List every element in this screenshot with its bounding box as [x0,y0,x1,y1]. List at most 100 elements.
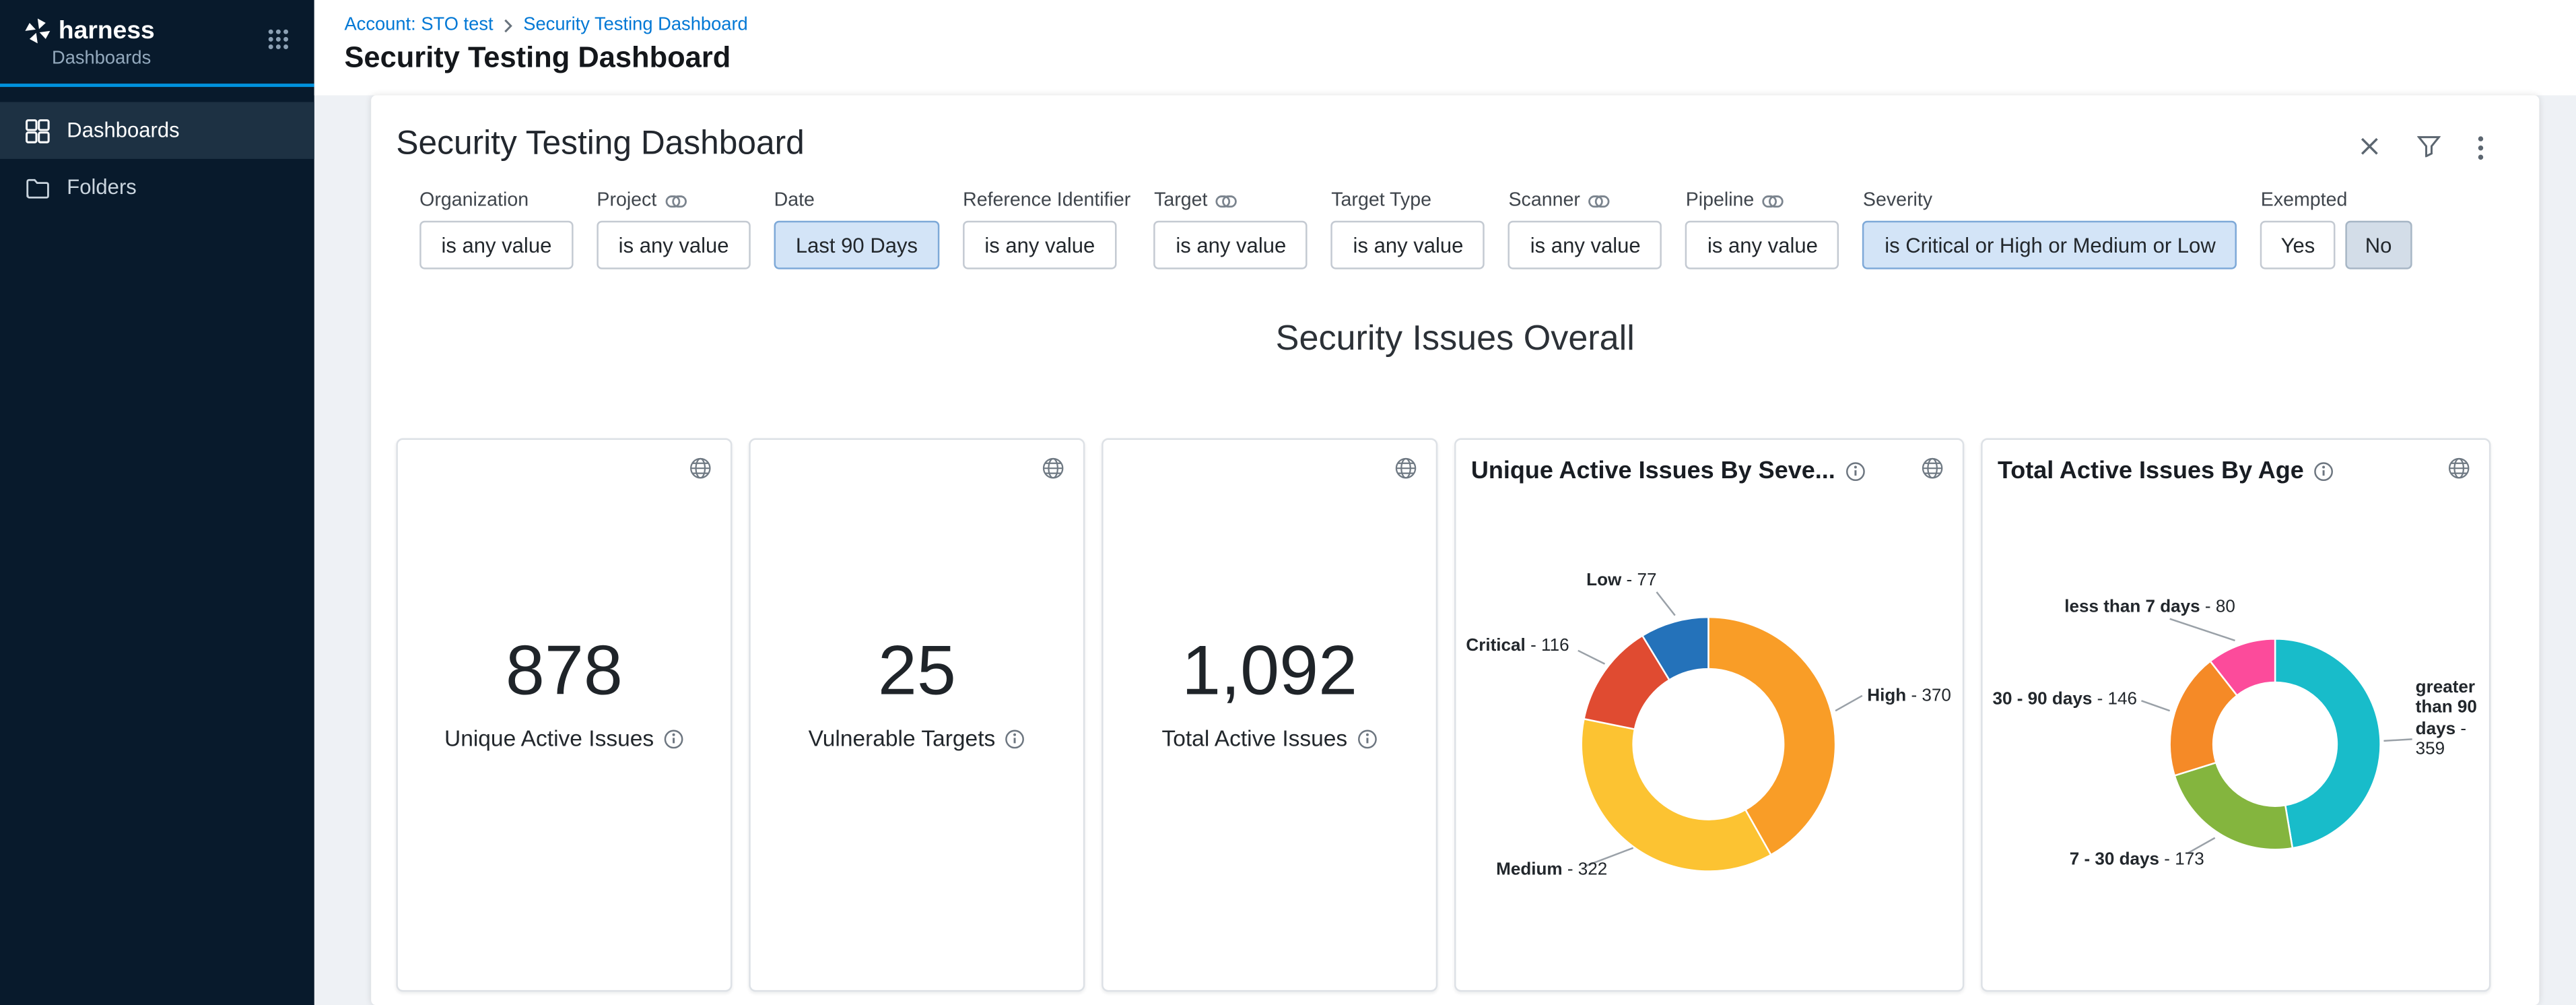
dashboard-panel: Security Testing Dashboard Organizationi… [371,96,2539,1005]
harness-logo-icon [24,17,52,45]
slice-value: 80 [2216,597,2235,617]
globe-icon[interactable] [1921,457,1944,480]
stat-label: Unique Active Issues [444,726,654,751]
kebab-menu-icon[interactable] [2478,135,2484,160]
info-icon[interactable] [2314,461,2334,482]
filter-organization: Organizationis any value [419,191,573,269]
slice-value: 173 [2175,849,2204,870]
close-icon[interactable] [2359,135,2380,160]
chart-title: Total Active Issues By Age [1998,458,2304,485]
slice-value: 116 [1541,635,1569,655]
slice-name: less than 7 days [2064,597,2200,617]
filter-label: Date [774,191,940,211]
info-icon[interactable] [664,728,684,748]
filter-value-project[interactable]: is any value [597,221,750,269]
exempted-toggle: YesNo [2261,221,2412,269]
filter-severity: Severity is Critical or High or Medium or… [1863,191,2237,269]
donut-label-greater-than-90-days: greater than 90 days - 359 [2416,678,2495,760]
donut-slice-medium[interactable] [1582,719,1771,871]
slice-value: 359 [2416,740,2445,760]
sidebar-item-dashboards[interactable]: Dashboards [0,102,314,158]
brand-name: harness [59,17,155,45]
filter-value-target-type[interactable]: is any value [1331,221,1485,269]
donut-label-low: Low - 77 [1586,571,1656,591]
brand[interactable]: harness [24,17,294,45]
slice-value: 77 [1637,571,1657,591]
link-icon [1763,193,1784,208]
panel-actions [2359,135,2484,160]
folder-icon [25,174,50,199]
slice-name: 7 - 30 days [2070,849,2159,870]
filter-option-yes[interactable]: Yes [2261,221,2335,269]
chart-title-row: Total Active Issues By Age [1983,440,2443,485]
slice-value: 322 [1578,860,1608,880]
slice-name: Medium [1496,860,1562,880]
filter-exempted: Exempted YesNo [2261,191,2412,269]
donut-label-high: High - 370 [1867,686,1951,706]
panel-head: Security Testing Dashboard [396,125,2514,164]
label-leader-line [2141,701,2169,711]
donut-label-7-30-days: 7 - 30 days - 173 [2070,849,2204,870]
donut-chart: greater than 90 days - 3597 - 30 days - … [1983,440,2489,990]
filter-project: Project is any value [597,191,750,269]
donut-slice-7-30-days[interactable] [2175,763,2293,849]
slice-value: 146 [2108,689,2138,709]
filter-pipeline: Pipeline is any value [1686,191,1839,269]
filter-value-target[interactable]: is any value [1154,221,1308,269]
filter-value-reference-identifier[interactable]: is any value [963,221,1116,269]
stat-label: Total Active Issues [1161,726,1347,751]
globe-icon[interactable] [2447,457,2471,480]
sidebar-nav: Dashboards Folders [0,87,314,216]
filter-label-text: Reference Identifier [963,191,1130,211]
filter-scanner: Scanner is any value [1508,191,1662,269]
sidebar-header: harness Dashboards [0,0,314,87]
donut-label-critical: Critical - 116 [1466,635,1569,655]
page-title: Security Testing Dashboard [344,40,2576,75]
link-icon [665,193,687,208]
filter-icon[interactable] [2417,135,2441,160]
filter-value-date[interactable]: Last 90 Days [774,221,940,269]
sidebar-item-folders[interactable]: Folders [0,159,314,216]
stat-value: 878 [398,630,731,711]
chart-title-row: Unique Active Issues By Seve... [1456,440,1916,485]
product-name: Dashboards [52,48,294,69]
tiles-row: 878Unique Active Issues25Vulnerable Targ… [396,438,2514,992]
globe-icon[interactable] [689,457,712,480]
info-icon[interactable] [1357,728,1378,748]
filter-value-severity[interactable]: is Critical or High or Medium or Low [1863,221,2237,269]
info-icon[interactable] [1845,461,1866,482]
filter-value-pipeline[interactable]: is any value [1686,221,1839,269]
chart-tile-total-active-issues-by-age: greater than 90 days - 3597 - 30 days - … [1981,438,2490,992]
filter-label-text: Severity [1863,191,1932,211]
filter-label: Pipeline [1686,191,1839,211]
info-icon[interactable] [1005,728,1025,748]
label-leader-line [1578,651,1605,664]
breadcrumb-account-link[interactable]: Account: STO test [344,15,493,35]
module-grid-icon[interactable] [267,28,289,50]
globe-icon[interactable] [1042,457,1065,480]
donut-chart: High - 370Medium - 322Critical - 116Low … [1456,440,1963,990]
stat-value: 25 [751,630,1083,711]
filter-value-scanner[interactable]: is any value [1508,221,1662,269]
filter-row: Organizationis any value Project is any va… [419,191,2514,269]
filter-label-text: Target Type [1331,191,1431,211]
breadcrumb-dashboard-link[interactable]: Security Testing Dashboard [523,15,748,35]
label-leader-line [1656,592,1674,616]
globe-icon[interactable] [1394,457,1418,480]
filter-reference-identifier: Reference Identifier is any value [963,191,1130,269]
sidebar-item-label: Dashboards [67,119,179,142]
filter-label: Target Type [1331,191,1485,211]
filter-label-text: Project [597,191,656,211]
filter-label: Severity [1863,191,2237,211]
donut-slice-greater-than-90-days[interactable] [2275,639,2380,848]
filter-option-no[interactable]: No [2345,221,2412,269]
filter-date: Date Last 90 Days [774,191,940,269]
filter-label: Scanner [1508,191,1662,211]
slice-name: High [1867,686,1906,706]
donut-label-30-90-days: 30 - 90 days - 146 [1992,689,2137,709]
filter-label: Exempted [2261,191,2412,211]
chevron-right-icon [503,18,513,32]
filter-label-text: Exempted [2261,191,2348,211]
filter-value-organization[interactable]: is any value [419,221,573,269]
filter-label-text: Target [1154,191,1207,211]
